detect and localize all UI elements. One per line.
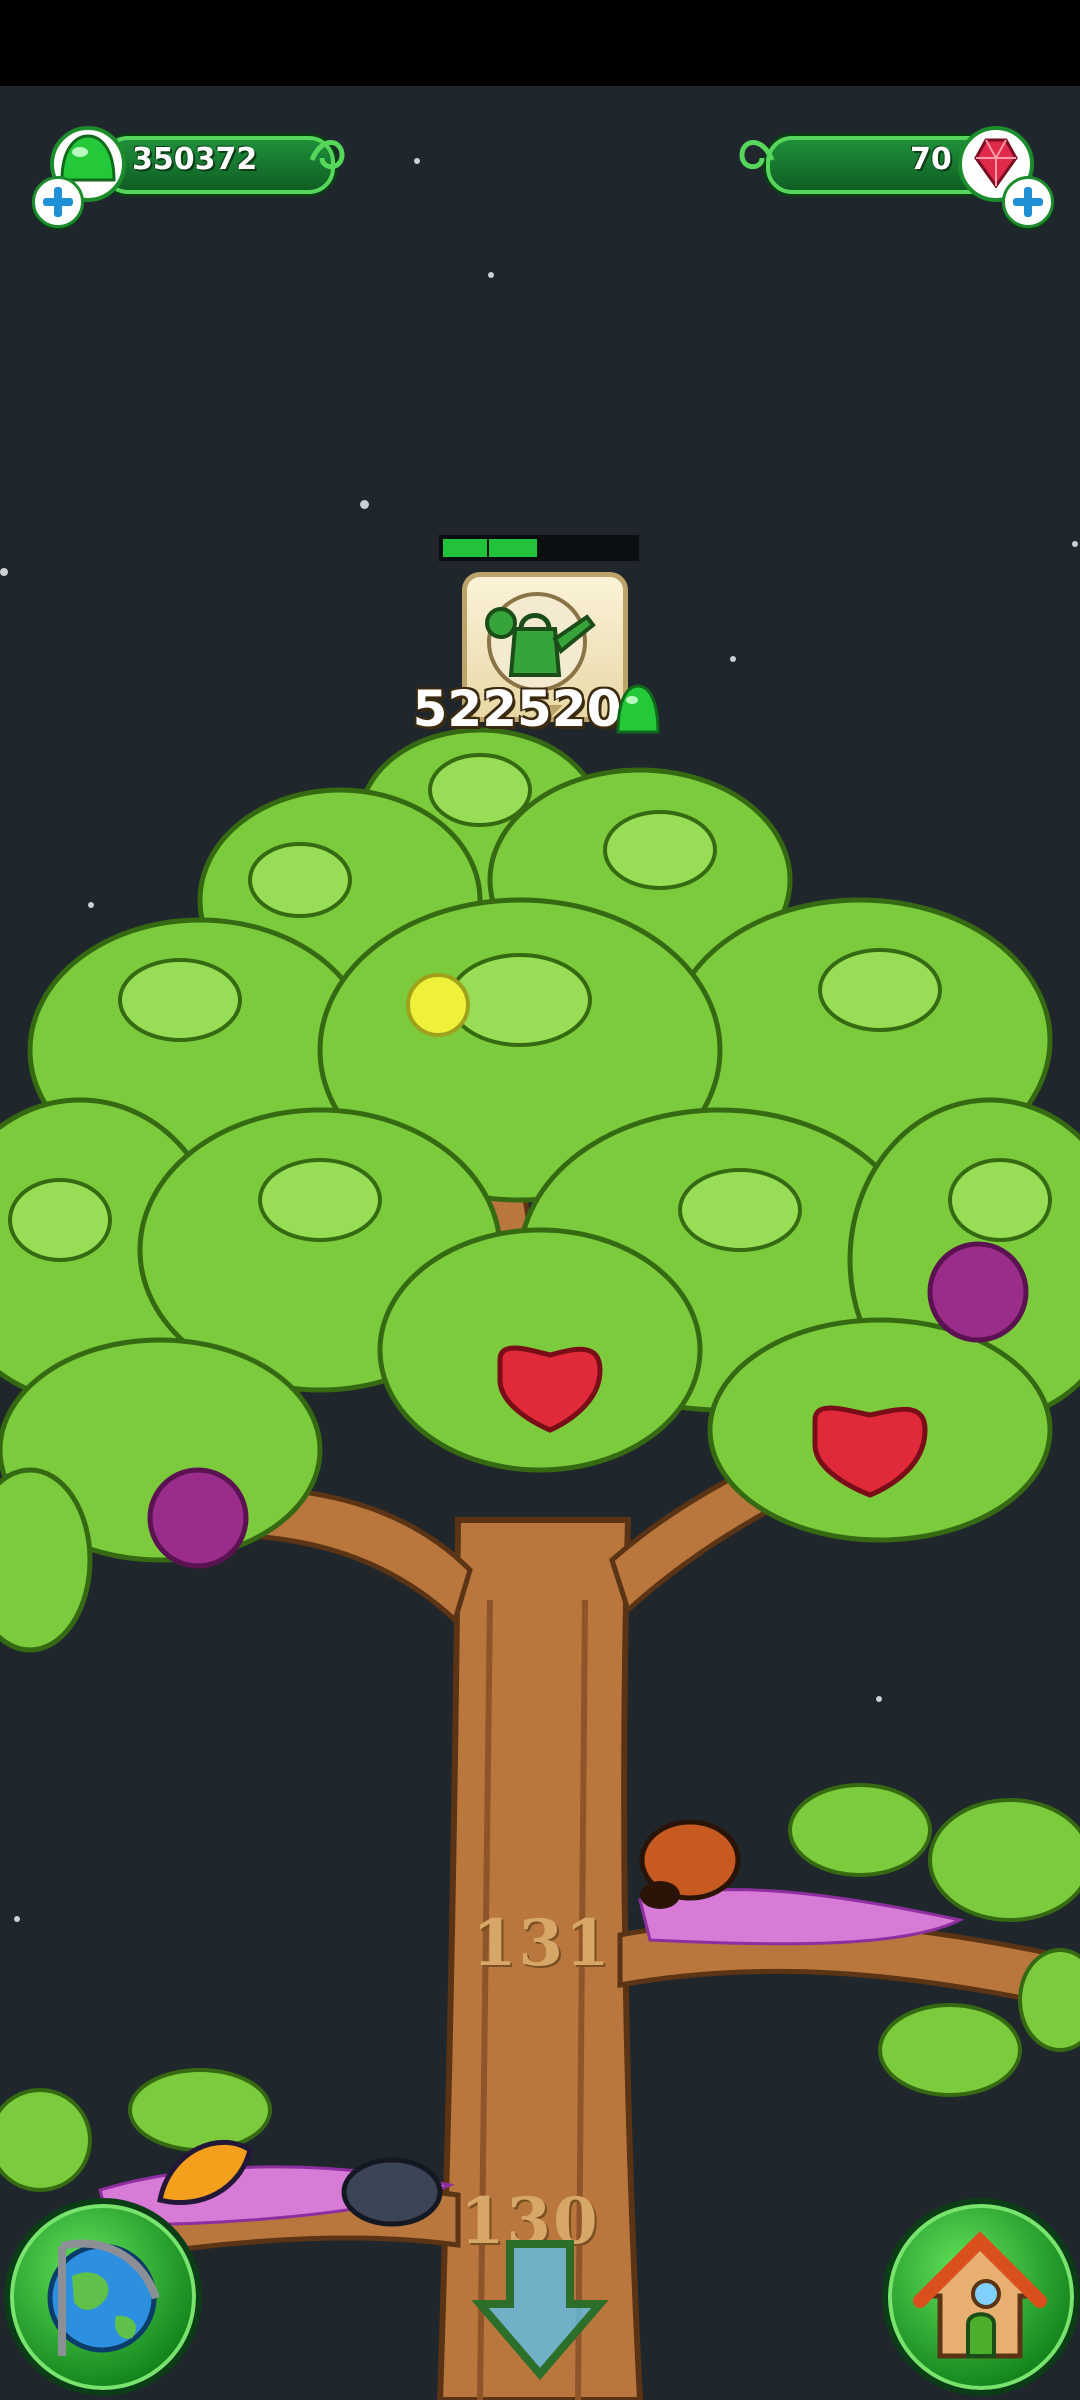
vine-icon xyxy=(739,140,775,170)
task-progress-bar xyxy=(437,533,641,563)
task-price: 522520 xyxy=(412,680,622,738)
crystal-count: 70 xyxy=(910,142,952,177)
down-arrow-icon xyxy=(471,2240,609,2381)
game-scene: 131 130 350372 70 522520 xyxy=(0,86,1080,2400)
status-bar xyxy=(0,0,1080,86)
crystal-counter[interactable]: 70 xyxy=(726,122,1056,232)
globe-icon xyxy=(47,2239,160,2356)
home-button[interactable] xyxy=(882,2198,1080,2396)
branch-number-131: 131 xyxy=(472,1906,612,1981)
jelly-icon xyxy=(616,684,660,734)
world-map-button[interactable] xyxy=(4,2198,202,2396)
task-progress-fill xyxy=(443,539,539,557)
vine-icon xyxy=(309,140,345,170)
add-crystal-button[interactable] xyxy=(1002,176,1054,228)
progress-divider xyxy=(537,535,539,561)
progress-divider xyxy=(487,535,489,561)
scroll-down-button[interactable] xyxy=(470,2234,610,2384)
house-icon xyxy=(913,2231,1047,2359)
jelly-counter[interactable]: 350372 xyxy=(32,122,352,232)
add-jelly-button[interactable] xyxy=(32,176,84,228)
jelly-count: 350372 xyxy=(132,142,258,177)
tree-illustration xyxy=(0,727,1080,2400)
progress-divider xyxy=(587,535,589,561)
